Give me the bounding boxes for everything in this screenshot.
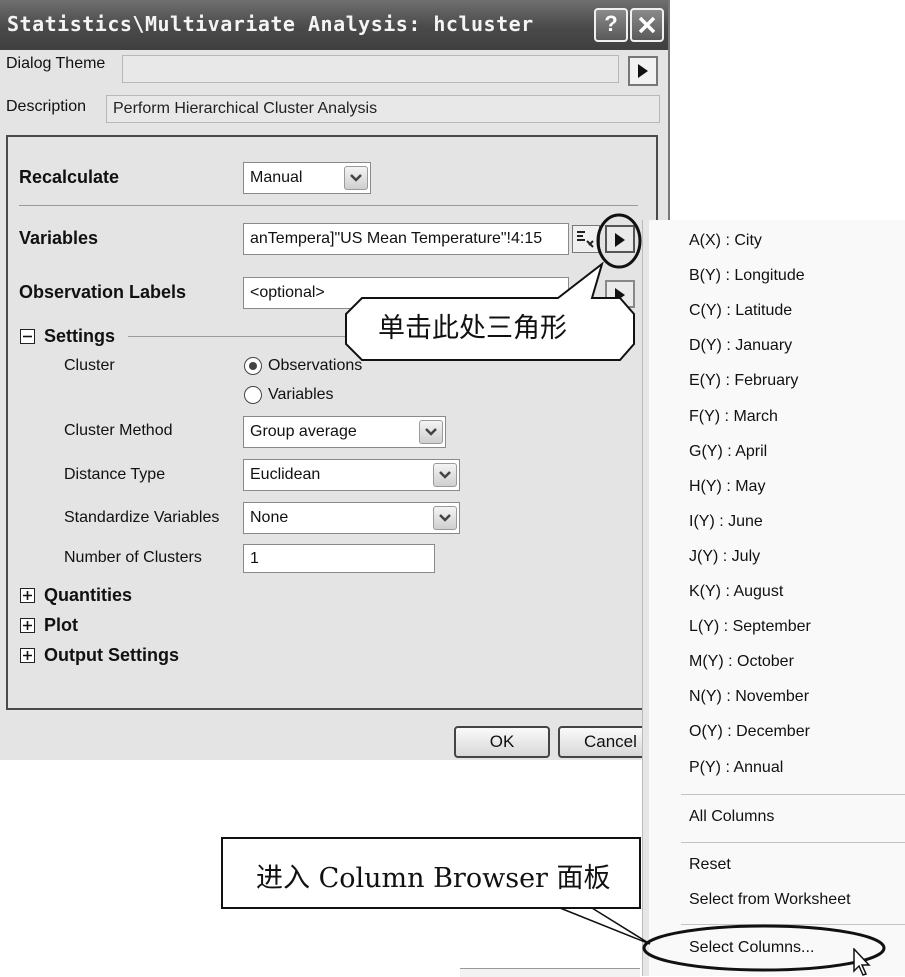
settings-section-title: Settings [44,326,116,346]
number-of-clusters-label: Number of Clusters [64,549,202,566]
standardize-variables-select[interactable]: None [243,502,460,534]
divider [19,205,638,206]
chevron-down-icon [425,428,437,436]
cluster-label: Cluster [64,357,115,374]
menu-item-column[interactable]: O(Y) : December [689,723,810,741]
recalculate-value: Manual [250,169,303,186]
distance-type-select[interactable]: Euclidean [243,459,460,491]
cluster-variables-radio[interactable] [244,386,262,404]
menu-item-column[interactable]: F(Y) : March [689,408,778,426]
settings-divider [128,336,358,337]
dialog-theme-field[interactable] [122,55,619,83]
number-of-clusters-value: 1 [250,550,259,567]
close-icon [638,16,656,34]
distance-type-label: Distance Type [64,466,166,483]
distance-type-value: Euclidean [250,466,321,483]
menu-separator [681,794,905,795]
cluster-variables-label: Variables [268,386,334,403]
output-settings-section-title[interactable]: Output Settings [44,645,179,666]
dialog-theme-label: Dialog Theme [6,55,106,72]
plus-box-icon [23,651,32,660]
variables-value: anTempera]"US Mean Temperature"!4:15 [250,230,543,247]
plot-section-title[interactable]: Plot [44,615,78,636]
standardize-variables-value: None [250,509,289,526]
description-field: Perform Hierarchical Cluster Analysis [106,95,660,123]
dialog-theme-menu-button[interactable] [628,56,658,86]
menu-item-select-from-worksheet[interactable]: Select from Worksheet [689,891,851,909]
menu-item-column[interactable]: I(Y) : June [689,513,763,531]
menu-item-column[interactable]: H(Y) : May [689,478,765,496]
title-bar: Statistics\Multivariate Analysis: hclust… [0,0,668,50]
quantities-expand-toggle[interactable] [20,588,35,603]
menu-item-column[interactable]: G(Y) : April [689,443,767,461]
column-popup-menu: A(X) : City B(Y) : Longitude C(Y) : Latitu… [642,220,905,976]
dialog-window: Statistics\Multivariate Analysis: hclust… [0,0,670,760]
menu-item-column[interactable]: M(Y) : October [689,653,794,671]
quantities-section-title[interactable]: Quantities [44,585,132,606]
window-title: Statistics\Multivariate Analysis: hclust… [7,12,534,36]
ok-button[interactable]: OK [454,726,550,758]
menu-item-reset[interactable]: Reset [689,856,731,874]
menu-item-column[interactable]: P(Y) : Annual [689,759,783,777]
menu-item-column[interactable]: J(Y) : July [689,548,760,566]
number-of-clusters-input[interactable]: 1 [243,544,435,573]
menu-item-column[interactable]: L(Y) : September [689,618,811,636]
recalculate-label: Recalculate [19,167,120,187]
recalculate-dropdown-arrow[interactable] [344,166,368,190]
callout-triangle-text: 单击此处三角形 [378,313,567,344]
menu-separator [681,842,905,843]
observation-labels-label: Observation Labels [19,282,187,302]
menu-item-column[interactable]: N(Y) : November [689,688,809,706]
chevron-down-icon [439,514,451,522]
close-button[interactable] [630,8,664,42]
output-settings-expand-toggle[interactable] [20,648,35,663]
chevron-down-icon [350,174,362,182]
variables-input[interactable]: anTempera]"US Mean Temperature"!4:15 [243,223,569,255]
menu-item-column[interactable]: C(Y) : Latitude [689,302,792,320]
menu-item-column[interactable]: D(Y) : January [689,337,792,355]
standardize-variables-label: Standardize Variables [64,509,220,526]
observation-labels-value: <optional> [250,284,325,301]
triangle-right-icon [638,64,648,78]
menu-item-all-columns[interactable]: All Columns [689,808,774,826]
chevron-down-icon [439,471,451,479]
standardize-variables-dropdown-arrow[interactable] [433,506,457,530]
menu-item-column[interactable]: E(Y) : February [689,372,798,390]
mouse-cursor-icon [853,948,871,976]
minus-box-icon [23,335,32,338]
cluster-observations-radio[interactable] [244,357,262,375]
cluster-method-value: Group average [250,423,357,440]
cancel-button[interactable]: Cancel [558,726,654,758]
description-label: Description [6,98,87,115]
plot-expand-toggle[interactable] [20,618,35,633]
cluster-method-label: Cluster Method [64,422,173,439]
distance-type-dropdown-arrow[interactable] [433,463,457,487]
cluster-method-dropdown-arrow[interactable] [419,420,443,444]
callout-column-browser-text: 进入 Column Browser 面板 [256,863,611,894]
settings-collapse-toggle[interactable] [20,329,35,344]
variables-label: Variables [19,228,99,248]
plus-box-icon [23,621,32,630]
menu-item-column[interactable]: B(Y) : Longitude [689,267,805,285]
menu-item-column[interactable]: A(X) : City [689,232,762,250]
cluster-method-select[interactable]: Group average [243,416,446,448]
help-button[interactable]: ? [594,8,628,42]
menu-item-column[interactable]: K(Y) : August [689,583,783,601]
plus-box-icon [23,591,32,600]
